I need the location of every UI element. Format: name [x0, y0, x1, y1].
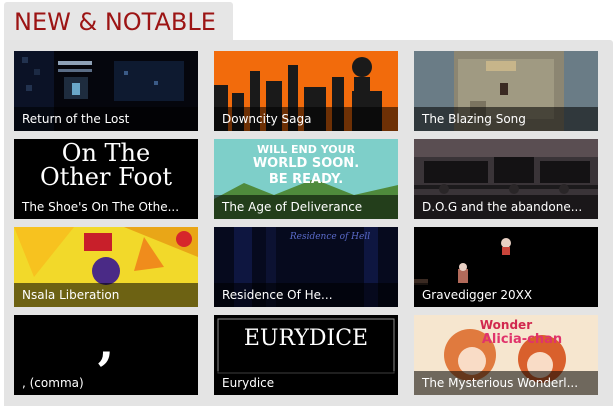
game-title: Downcity Saga: [214, 107, 398, 131]
section-header-tab: NEW & NOTABLE: [4, 2, 233, 44]
art-text-line-2: Other Foot: [40, 163, 172, 191]
game-tile-downcity-saga[interactable]: Downcity Saga: [214, 51, 398, 131]
game-tile-comma[interactable]: , , (comma): [14, 315, 198, 395]
game-title: , (comma): [14, 371, 198, 395]
game-tile-gravedigger-20xx[interactable]: Gravedigger 20XX: [414, 227, 598, 307]
art-text-line-2: Alicia-chan: [482, 332, 562, 347]
game-title: D.O.G and the abandone...: [414, 195, 598, 219]
game-title: The Mysterious Wonderl...: [414, 371, 598, 395]
game-tile-nsala-liberation[interactable]: Nsala Liberation: [14, 227, 198, 307]
art-text-line-1: WILL END YOUR: [257, 143, 356, 156]
art-text-line-1: EURYDICE: [244, 326, 368, 351]
game-title: Nsala Liberation: [14, 283, 198, 307]
game-tile-the-mysterious-wonderland[interactable]: Wonder Alicia-chan The Mysterious Wonder…: [414, 315, 598, 395]
game-title: Gravedigger 20XX: [414, 283, 598, 307]
game-title: Eurydice: [214, 371, 398, 395]
art-text-line-1: Residence of Hell: [289, 232, 370, 242]
art-text-line-1: ,: [98, 315, 115, 371]
game-tile-eurydice[interactable]: EURYDICE Eurydice: [214, 315, 398, 395]
game-tile-the-age-of-deliverance[interactable]: WILL END YOUR WORLD SOON. BE READY. The …: [214, 139, 398, 219]
game-title: Residence Of He...: [214, 283, 398, 307]
game-title: The Shoe's On The Othe...: [14, 195, 198, 219]
art-text-line-1: Wonder: [480, 318, 532, 332]
game-tile-dog-and-the-abandoned[interactable]: D.O.G and the abandone...: [414, 139, 598, 219]
game-title: The Age of Deliverance: [214, 195, 398, 219]
art-text-line-2: WORLD SOON.: [253, 156, 359, 171]
game-tile-return-of-the-lost[interactable]: Return of the Lost: [14, 51, 198, 131]
game-tile-the-shoes-on-the-other-foot[interactable]: On The Other Foot The Shoe's On The Othe…: [14, 139, 198, 219]
game-tile-residence-of-hell[interactable]: Residence of Hell Residence Of He...: [214, 227, 398, 307]
section-title: NEW & NOTABLE: [14, 8, 216, 36]
game-title: The Blazing Song: [414, 107, 598, 131]
art-text-line-3: BE READY.: [269, 172, 343, 187]
game-title: Return of the Lost: [14, 107, 198, 131]
game-tile-the-blazing-song[interactable]: The Blazing Song: [414, 51, 598, 131]
